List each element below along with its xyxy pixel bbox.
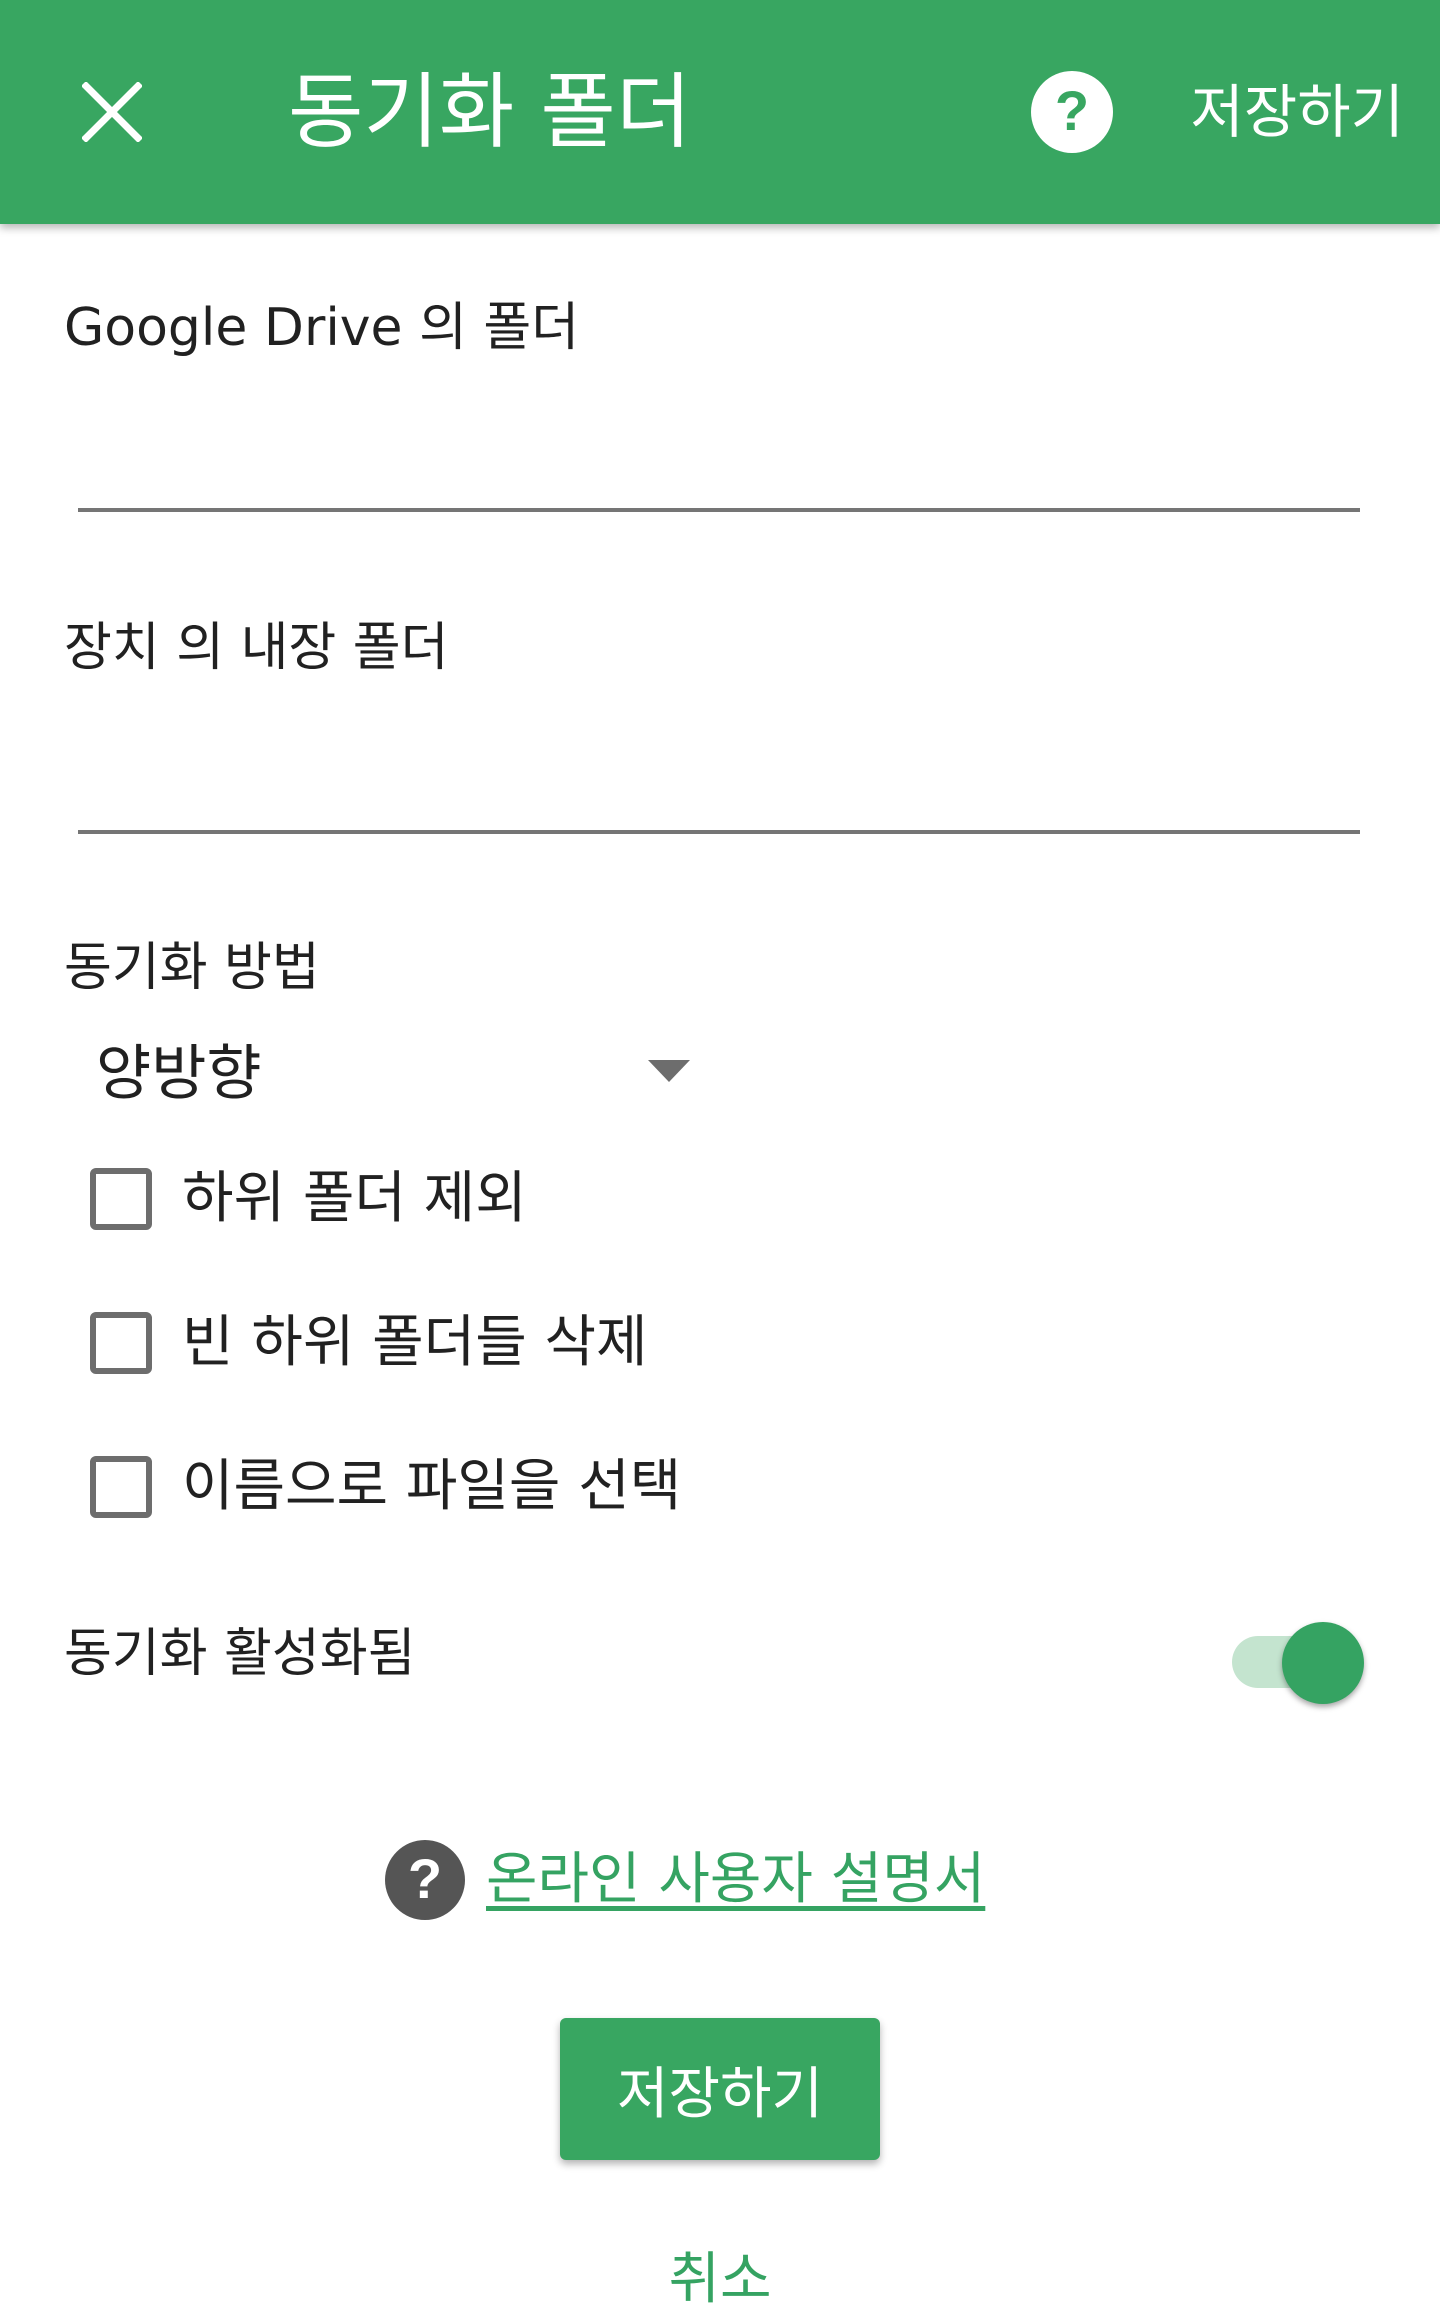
- app-bar: 동기화 폴더 ? 저장하기: [0, 0, 1440, 224]
- sync-enabled-toggle[interactable]: [1230, 1610, 1366, 1704]
- select-files-by-name-checkbox[interactable]: [90, 1456, 152, 1518]
- appbar-save-button[interactable]: 저장하기: [1191, 70, 1404, 154]
- exclude-subfolders-label: 하위 폴더 제외: [182, 1166, 527, 1231]
- toggle-thumb: [1282, 1622, 1364, 1704]
- sync-method-value: 양방향: [96, 1039, 262, 1109]
- local-folder-input[interactable]: [78, 744, 1360, 834]
- select-files-by-name-label: 이름으로 파일을 선택: [182, 1454, 682, 1519]
- page-title: 동기화 폴더: [288, 65, 692, 160]
- exclude-subfolders-checkbox[interactable]: [90, 1168, 152, 1230]
- drive-folder-input[interactable]: [78, 422, 1360, 512]
- svg-text:?: ?: [408, 1847, 442, 1910]
- help-circle-icon: ?: [385, 1840, 465, 1920]
- help-button[interactable]: ?: [1022, 62, 1122, 162]
- drive-folder-label: Google Drive 의 폴더: [64, 298, 580, 358]
- online-manual-link-row[interactable]: ? 온라인 사용자 설명서: [384, 1836, 985, 1924]
- close-button[interactable]: [52, 52, 172, 172]
- dropdown-arrow-icon: [648, 1060, 690, 1082]
- sync-enabled-label: 동기화 활성화됨: [64, 1624, 416, 1684]
- sync-method-label: 동기화 방법: [64, 938, 320, 998]
- exclude-subfolders-checkbox-row[interactable]: 하위 폴더 제외: [90, 1154, 527, 1244]
- delete-empty-subfolders-checkbox-row[interactable]: 빈 하위 폴더들 삭제: [90, 1298, 648, 1388]
- close-icon: [82, 82, 142, 142]
- select-files-by-name-checkbox-row[interactable]: 이름으로 파일을 선택: [90, 1442, 681, 1532]
- save-button[interactable]: 저장하기: [560, 2018, 880, 2160]
- help-circle-icon: ?: [1031, 71, 1113, 153]
- delete-empty-subfolders-checkbox[interactable]: [90, 1312, 152, 1374]
- sync-method-select[interactable]: 양방향: [96, 1024, 696, 1124]
- cancel-button[interactable]: 취소: [620, 2240, 820, 2320]
- svg-text:?: ?: [1055, 79, 1089, 142]
- online-manual-link[interactable]: 온라인 사용자 설명서: [486, 1840, 985, 1920]
- local-folder-label: 장치 의 내장 폴더: [64, 618, 449, 678]
- delete-empty-subfolders-label: 빈 하위 폴더들 삭제: [182, 1310, 648, 1375]
